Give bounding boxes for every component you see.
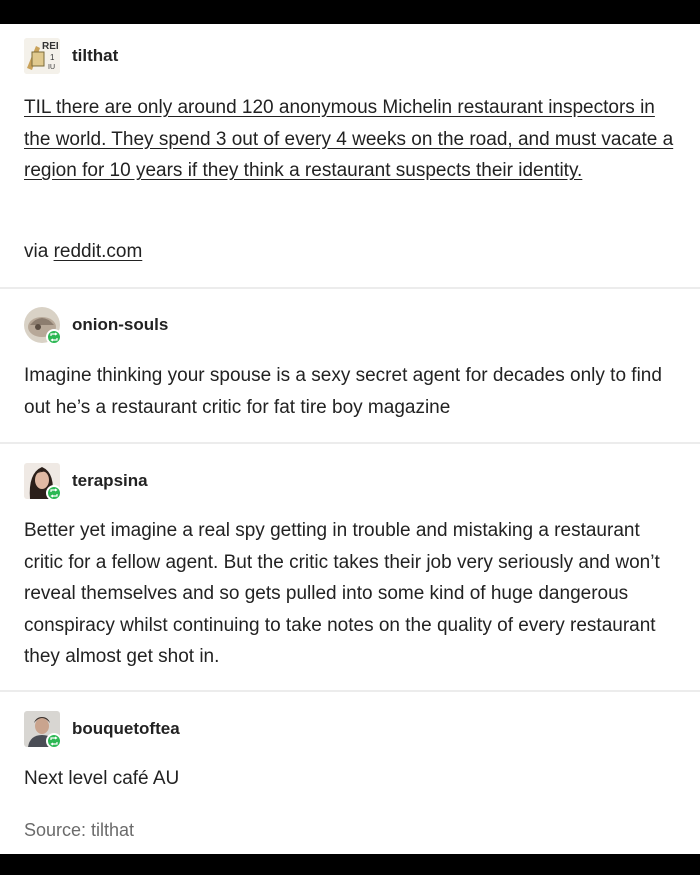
post-body-terapsina: Better yet imagine a real spy getting in… (24, 520, 660, 667)
post-body-tilthat: TIL there are only around 120 anonymous … (24, 92, 684, 187)
til-post-link[interactable]: TIL there are only around 120 anonymous … (24, 97, 673, 181)
post-body-onion-souls: Imagine thinking your spouse is a sexy s… (24, 365, 662, 418)
via-line: via reddit.com (24, 236, 684, 268)
reblog-icon (46, 733, 62, 749)
divider (0, 690, 700, 692)
svg-text:IU: IU (48, 64, 55, 71)
via-link[interactable]: reddit.com (54, 241, 143, 262)
username-tilthat[interactable]: tilthat (72, 46, 118, 66)
screenshot: { "posts": [ { "username": "tilthat", "a… (0, 0, 700, 875)
reddit-til-avatar-icon[interactable]: REI 1 IU (24, 38, 60, 74)
divider (0, 442, 700, 444)
username-bouquetoftea[interactable]: bouquetoftea (72, 719, 180, 739)
divider (0, 287, 700, 289)
username-terapsina[interactable]: terapsina (72, 471, 148, 491)
svg-text:REI: REI (42, 41, 59, 52)
source-line[interactable]: Source: tilthat (24, 815, 684, 847)
post-thread: REI 1 IU tilthat TIL there are only arou… (0, 24, 700, 854)
via-prefix: via (24, 241, 54, 262)
post-body-bouquetoftea: Next level café AU (24, 768, 180, 789)
username-onion-souls[interactable]: onion-souls (72, 315, 168, 335)
svg-text:1: 1 (50, 53, 55, 62)
reblog-icon (46, 329, 62, 345)
reblog-icon (46, 485, 62, 501)
